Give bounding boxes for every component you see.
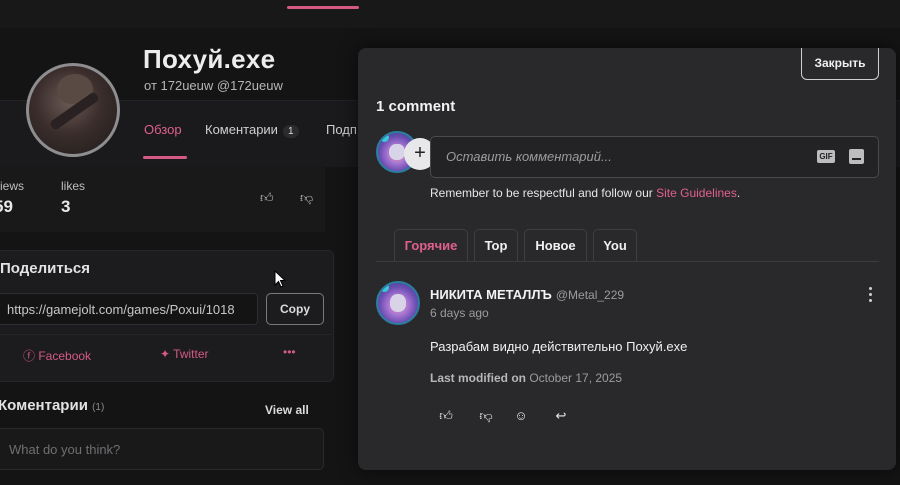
comment-input-placeholder: Оставить комментарий... [446, 149, 612, 164]
tab-active-indicator [143, 156, 187, 159]
stats-panel [0, 166, 325, 232]
comment-count-title: 1 comment [376, 98, 456, 115]
comment-author-handle[interactable]: @Metal_229 [556, 288, 624, 302]
thumbs-down-icon[interactable]: 👎︎ [300, 190, 313, 206]
comments-section-count: (1) [92, 402, 105, 413]
view-all-link[interactable]: View all [265, 403, 309, 417]
tab-comments-count: 1 [282, 125, 299, 138]
sort-tab-hot[interactable]: Горячие [394, 229, 468, 261]
twitter-icon: ✦ [160, 347, 174, 361]
comment-more-icon[interactable] [866, 287, 874, 303]
top-strip [0, 0, 900, 28]
share-title: Поделиться [0, 260, 91, 277]
thumbs-up-icon[interactable]: 👍︎ [260, 190, 274, 206]
copy-button[interactable]: Copy [266, 293, 324, 325]
sort-tabs-divider [376, 261, 879, 262]
game-author[interactable]: от 172ueuw @172ueuw [144, 78, 283, 93]
top-tab-indicator [287, 6, 359, 9]
site-guidelines-link[interactable]: Site Guidelines [656, 186, 737, 200]
avatar-status-dot [380, 133, 389, 142]
share-url-field[interactable]: https://gamejolt.com/games/Poxui/1018 [0, 293, 258, 325]
comment-timestamp[interactable]: 6 days ago [430, 306, 489, 320]
dislike-icon[interactable]: 👎︎ [476, 406, 496, 426]
comments-section-title-text: Коментарии [0, 397, 88, 414]
sort-tab-you[interactable]: You [593, 229, 637, 261]
twitter-label: Twitter [173, 347, 209, 361]
comments-section-title: Коментарии (1) [0, 397, 104, 414]
likes-value: 3 [61, 197, 71, 216]
guidelines-text: Remember to be respectful and follow our [430, 186, 657, 200]
game-avatar[interactable] [26, 63, 120, 157]
commenter-status-dot [380, 283, 389, 292]
like-icon[interactable]: 👍︎ [436, 406, 456, 426]
views-value: 59 [0, 197, 13, 216]
commenter-avatar[interactable] [376, 281, 420, 325]
facebook-icon: ⓕ [23, 349, 39, 363]
avatar-face [389, 143, 405, 161]
comment-input[interactable]: Оставить комментарий... GIF [430, 136, 879, 178]
close-button[interactable]: Закрыть [801, 48, 879, 80]
guidelines-notice: Remember to be respectful and follow our… [430, 186, 740, 200]
comment-modified-date: October 17, 2025 [529, 371, 623, 385]
add-reaction-icon[interactable]: ☺︎ [511, 406, 531, 426]
tab-comments-label: Коментарии [205, 122, 278, 137]
more-share-button[interactable]: ••• [283, 345, 296, 359]
comment-author-name[interactable]: НИКИТА МЕТАЛЛЪ [430, 287, 552, 302]
emoji-icon[interactable] [849, 149, 864, 164]
likes-label: likes [61, 179, 86, 193]
tab-followers[interactable]: Подп [326, 122, 357, 137]
tab-overview-label: Обзор [144, 122, 182, 137]
tab-followers-label: Подп [326, 122, 357, 137]
tab-comments[interactable]: Коментарии 1 [205, 122, 299, 138]
commenter-avatar-face [390, 294, 406, 312]
gif-icon[interactable]: GIF [817, 150, 835, 163]
comment-prompt-field[interactable]: What do you think? [0, 428, 324, 470]
guidelines-end: . [736, 186, 741, 200]
tab-overview[interactable]: Обзор [144, 122, 182, 137]
facebook-label: Facebook [38, 349, 92, 363]
views-label: views [0, 179, 25, 193]
comment-body: Разрабам видно действительно Похуй.exe [430, 339, 688, 354]
mouse-cursor-icon [274, 270, 286, 288]
sort-tab-top[interactable]: Top [474, 229, 518, 261]
facebook-link[interactable]: ⓕ Facebook [23, 347, 91, 364]
sort-tab-new[interactable]: Новое [524, 229, 587, 261]
game-title: Похуй.exe [143, 44, 276, 74]
comment-author[interactable]: НИКИТА МЕТАЛЛЪ @Metal_229 [430, 287, 624, 302]
comment-modified-label: Last modified on [430, 371, 526, 385]
twitter-link[interactable]: ✦ Twitter [160, 347, 209, 361]
reply-icon[interactable]: ↩︎ [551, 406, 571, 426]
comment-modified: Last modified on October 17, 2025 [430, 371, 622, 385]
